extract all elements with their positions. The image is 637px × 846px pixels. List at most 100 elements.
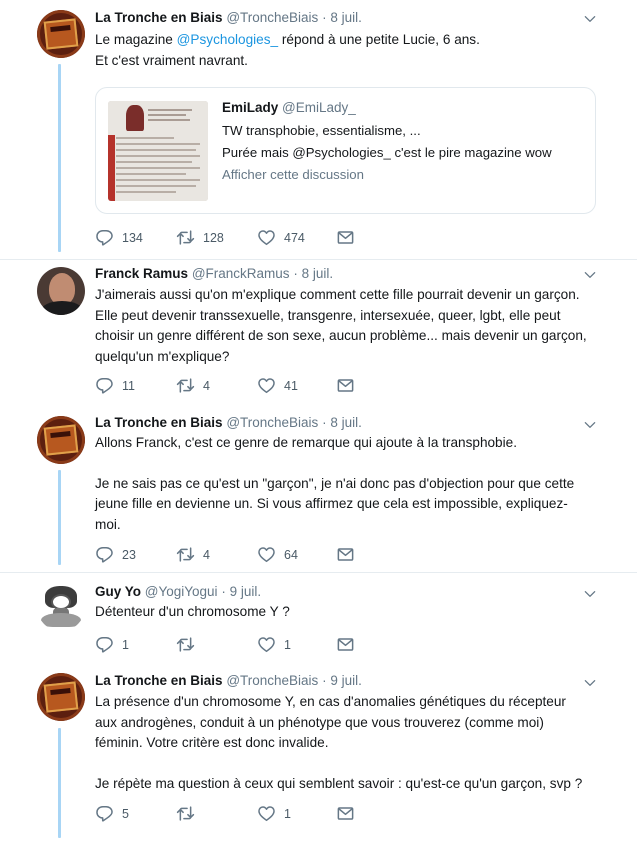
dm-button[interactable] <box>336 376 363 395</box>
tweet-actions: 23 4 64 <box>95 545 395 567</box>
like-icon <box>257 376 276 395</box>
text-line: moi. <box>95 516 121 532</box>
quoted-author-name[interactable]: EmiLady <box>222 100 278 115</box>
text-line: aux androgènes, conduit à un phénotype q… <box>95 714 544 730</box>
retweet-button[interactable]: 4 <box>176 376 210 395</box>
avatar[interactable] <box>37 583 85 631</box>
separator-dot: · <box>221 584 226 599</box>
tweet[interactable]: Guy Yo @YogiYogui · 9 juil. Détenteur d'… <box>0 573 637 663</box>
reply-count: 23 <box>122 547 136 562</box>
author-name[interactable]: La Tronche en Biais <box>95 673 223 688</box>
avatar[interactable] <box>37 267 85 315</box>
like-count: 1 <box>284 806 291 821</box>
tweet-actions: 134 128 474 <box>95 228 395 250</box>
chevron-down-icon[interactable] <box>583 587 597 601</box>
like-count: 1 <box>284 637 291 652</box>
author-name[interactable]: Franck Ramus <box>95 266 188 281</box>
quoted-tweet-image[interactable] <box>108 101 208 201</box>
author-name[interactable]: Guy Yo <box>95 584 141 599</box>
like-button[interactable]: 474 <box>257 228 305 247</box>
tweet[interactable]: La Tronche en Biais @TroncheBiais · 9 ju… <box>0 663 637 846</box>
separator-dot: · <box>293 266 298 281</box>
author-handle[interactable]: @TroncheBiais <box>226 673 318 688</box>
mention-link[interactable]: @Psychologies_ <box>177 32 278 47</box>
reply-button[interactable]: 1 <box>95 635 129 654</box>
like-button[interactable]: 41 <box>257 376 298 395</box>
dm-icon <box>336 545 355 564</box>
chevron-down-icon[interactable] <box>583 418 597 432</box>
tweet-header: Guy Yo @YogiYogui · 9 juil. <box>95 583 261 601</box>
author-name[interactable]: La Tronche en Biais <box>95 415 223 430</box>
dm-icon <box>336 804 355 823</box>
quoted-text-line: Purée mais @Psychologies_ c'est le pire … <box>222 145 552 160</box>
tweet-date[interactable]: 8 juil. <box>330 10 362 25</box>
like-button[interactable]: 64 <box>257 545 298 564</box>
tweet-date[interactable]: 9 juil. <box>330 673 362 688</box>
like-button[interactable]: 1 <box>257 635 291 654</box>
retweet-icon <box>176 635 195 654</box>
avatar[interactable] <box>37 673 85 721</box>
reply-count: 134 <box>122 230 143 245</box>
text-line: Je ne sais pas ce qu'est un "garçon", je… <box>95 475 575 491</box>
chevron-down-icon[interactable] <box>583 12 597 26</box>
retweet-button[interactable] <box>176 635 203 654</box>
dm-icon <box>336 376 355 395</box>
like-icon <box>257 804 276 823</box>
tweet-date[interactable]: 8 juil. <box>302 266 334 281</box>
chevron-down-icon[interactable] <box>583 268 597 282</box>
dm-icon <box>336 228 355 247</box>
author-handle[interactable]: @TroncheBiais <box>226 10 318 25</box>
reply-count: 11 <box>122 378 135 393</box>
reply-button[interactable]: 11 <box>95 376 135 395</box>
retweet-button[interactable] <box>176 804 203 823</box>
retweet-count: 128 <box>203 230 224 245</box>
retweet-button[interactable]: 128 <box>176 228 224 247</box>
like-count: 474 <box>284 230 305 245</box>
tweet-header: La Tronche en Biais @TroncheBiais · 8 ju… <box>95 414 362 432</box>
dm-button[interactable] <box>336 228 363 247</box>
reply-icon <box>95 545 114 564</box>
author-name[interactable]: La Tronche en Biais <box>95 10 223 25</box>
tweet-header: La Tronche en Biais @TroncheBiais · 9 ju… <box>95 672 362 690</box>
tweet-header: Franck Ramus @FranckRamus · 8 juil. <box>95 265 333 283</box>
quoted-author-handle[interactable]: @EmiLady_ <box>282 100 356 115</box>
tweet-text: La présence d'un chromosome Y, en cas d'… <box>95 692 600 794</box>
dm-button[interactable] <box>336 804 363 823</box>
avatar[interactable] <box>37 10 85 58</box>
reply-button[interactable]: 23 <box>95 545 136 564</box>
dm-button[interactable] <box>336 635 363 654</box>
show-thread-link[interactable]: Afficher cette discussion <box>222 167 364 182</box>
tweet-header: La Tronche en Biais @TroncheBiais · 8 ju… <box>95 9 362 27</box>
reply-button[interactable]: 134 <box>95 228 143 247</box>
tweet-text: J'aimerais aussi qu'on m'explique commen… <box>95 285 600 367</box>
retweet-icon <box>176 376 195 395</box>
tweet[interactable]: La Tronche en Biais @TroncheBiais · 8 ju… <box>0 410 637 572</box>
avatar[interactable] <box>37 416 85 464</box>
separator-dot: · <box>322 673 327 688</box>
like-icon <box>257 228 276 247</box>
reply-icon <box>95 228 114 247</box>
quoted-tweet[interactable]: EmiLady @EmiLady_ TW transphobie, essent… <box>95 87 596 214</box>
retweet-icon <box>176 545 195 564</box>
tweet[interactable]: Franck Ramus @FranckRamus · 8 juil. J'ai… <box>0 260 637 410</box>
tweet-date[interactable]: 9 juil. <box>230 584 262 599</box>
like-count: 64 <box>284 547 298 562</box>
reply-icon <box>95 635 114 654</box>
tweet-actions: 11 4 41 <box>95 376 395 398</box>
text-line: J'aimerais aussi qu'on m'explique commen… <box>95 287 580 302</box>
reply-icon <box>95 376 114 395</box>
retweet-button[interactable]: 4 <box>176 545 210 564</box>
author-handle[interactable]: @FranckRamus <box>192 266 290 281</box>
author-handle[interactable]: @YogiYogui <box>145 584 218 599</box>
reply-count: 5 <box>122 806 129 821</box>
like-button[interactable]: 1 <box>257 804 291 823</box>
chevron-down-icon[interactable] <box>583 676 597 690</box>
dm-button[interactable] <box>336 545 363 564</box>
like-count: 41 <box>284 378 298 393</box>
like-icon <box>257 635 276 654</box>
author-handle[interactable]: @TroncheBiais <box>226 415 318 430</box>
reply-button[interactable]: 5 <box>95 804 129 823</box>
tweet-text: Le magazine @Psychologies_ répond à une … <box>95 30 600 71</box>
tweet-date[interactable]: 8 juil. <box>330 415 362 430</box>
tweet[interactable]: La Tronche en Biais @TroncheBiais · 8 ju… <box>0 0 637 259</box>
